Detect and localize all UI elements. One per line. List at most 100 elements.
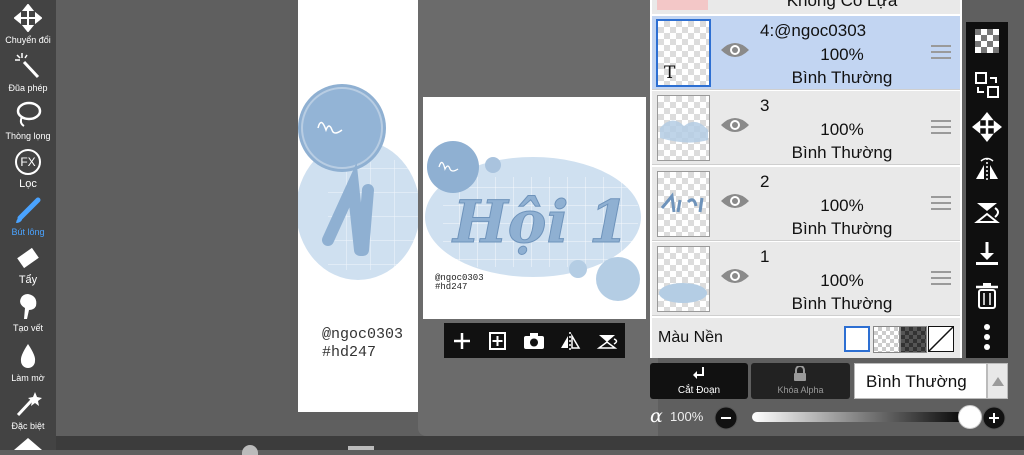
clipping-label: Cắt Đoạn bbox=[677, 385, 721, 396]
lasso-icon bbox=[16, 101, 42, 127]
layer-opacity: 100% bbox=[820, 45, 864, 64]
layer-thumbnail bbox=[657, 171, 710, 237]
layer-row-4[interactable]: T 4:@ngoc0303 100% Bình Thường bbox=[652, 16, 960, 90]
selection-hint-row: Không Có Lựa Chọn bbox=[652, 0, 960, 14]
tool-label: Tẩy bbox=[18, 274, 38, 286]
rotate-layer-icon[interactable] bbox=[972, 197, 1002, 227]
magic-wand-icon bbox=[15, 53, 40, 79]
selection-hint-text: Không Có Lựa Chọn bbox=[786, 0, 898, 14]
lock-icon bbox=[794, 366, 806, 381]
canvas-artwork: @ngoc0303 #hd247 bbox=[298, 84, 420, 361]
special-wand-icon bbox=[16, 392, 42, 417]
clipping-button[interactable]: Cắt Đoạn bbox=[650, 363, 748, 399]
transform-icon[interactable] bbox=[592, 326, 622, 356]
background-color-row: Màu Nền bbox=[652, 318, 960, 358]
bottom-bar-indicator[interactable] bbox=[348, 446, 374, 450]
bottom-bar bbox=[56, 436, 1024, 455]
checkerboard-icon[interactable] bbox=[972, 26, 1002, 56]
canvas-watermark-line1: @ngoc0303 bbox=[322, 326, 403, 343]
bg-transparent-swatch[interactable] bbox=[873, 326, 900, 353]
move-icon bbox=[14, 4, 42, 32]
layer-thumbnail bbox=[657, 246, 710, 312]
layer-opacity: 100% bbox=[820, 196, 864, 215]
tool-filter[interactable]: FX Lọc bbox=[0, 146, 56, 194]
left-toolbar: Chuyển đổi Đũa phép Thòng lọng FX Lọc Bú… bbox=[0, 0, 56, 450]
tool-eraser[interactable]: Tẩy bbox=[0, 242, 56, 290]
layer-thumbnail: T bbox=[656, 19, 711, 87]
more-tools-icon[interactable] bbox=[14, 438, 42, 450]
visibility-eye-icon[interactable] bbox=[720, 40, 750, 60]
selection-thumb bbox=[657, 0, 708, 10]
layer-name: 4:@ngoc0303 bbox=[760, 21, 867, 40]
background-label: Màu Nền bbox=[658, 329, 723, 346]
tool-transform[interactable]: Chuyển đổi bbox=[0, 2, 56, 50]
canvas-watermark-line2: #hd247 bbox=[322, 344, 376, 361]
tool-label: Bút lông bbox=[11, 227, 45, 237]
preview-watermark-line2: #hd247 bbox=[435, 282, 467, 292]
alpha-symbol: α bbox=[650, 405, 663, 427]
move-layer-icon[interactable] bbox=[972, 112, 1002, 142]
smudge-icon bbox=[20, 294, 37, 319]
layer-opacity: 100% bbox=[820, 120, 864, 139]
tool-blur[interactable]: Làm mờ bbox=[0, 340, 56, 388]
layer-preview-image: Hội 1 @ngoc0303 #hd247 bbox=[423, 97, 646, 319]
layer-name: 2 bbox=[760, 172, 770, 191]
layer-row-3[interactable]: 3 100% Bình Thường bbox=[652, 91, 960, 165]
opacity-slider-thumb[interactable] bbox=[958, 405, 982, 429]
opacity-slider-track[interactable] bbox=[752, 412, 970, 422]
visibility-eye-icon[interactable] bbox=[720, 191, 750, 211]
tool-label: Tạo vết bbox=[12, 323, 43, 333]
alpha-lock-button[interactable]: Khóa Alpha bbox=[751, 363, 850, 399]
flip-layer-icon[interactable] bbox=[972, 155, 1002, 185]
layer-blend-mode: Bình Thường bbox=[791, 68, 893, 87]
drag-handle-icon[interactable] bbox=[931, 120, 951, 134]
opacity-value: 100% bbox=[670, 409, 704, 424]
layer-blend-mode: Bình Thường bbox=[791, 143, 893, 162]
tool-label: Làm mờ bbox=[11, 373, 45, 383]
opacity-minus-button[interactable] bbox=[714, 406, 738, 430]
bg-dark-swatch[interactable] bbox=[900, 326, 927, 353]
bg-none-swatch[interactable] bbox=[928, 326, 954, 352]
visibility-eye-icon[interactable] bbox=[720, 266, 750, 286]
trash-icon[interactable] bbox=[972, 281, 1002, 311]
layer-opacity: 100% bbox=[820, 271, 864, 290]
layer-blend-mode: Bình Thường bbox=[791, 219, 893, 238]
layer-row-2[interactable]: 2 100% Bình Thường bbox=[652, 167, 960, 241]
more-options-icon[interactable] bbox=[972, 322, 1002, 352]
opacity-plus-button[interactable] bbox=[982, 406, 1006, 430]
flip-icon[interactable] bbox=[555, 326, 585, 356]
layer-row-1[interactable]: 1 100% Bình Thường bbox=[652, 242, 960, 316]
tool-smudge[interactable]: Tạo vết bbox=[0, 290, 56, 338]
tool-magic-wand[interactable]: Đũa phép bbox=[0, 50, 56, 98]
bg-white-swatch[interactable] bbox=[844, 326, 870, 352]
layer-swap-icon[interactable] bbox=[972, 70, 1002, 100]
drag-handle-icon[interactable] bbox=[931, 196, 951, 210]
clip-arrow-icon bbox=[693, 367, 704, 379]
eraser-icon bbox=[17, 247, 39, 269]
drag-handle-icon[interactable] bbox=[931, 271, 951, 285]
bottom-bar-icon[interactable] bbox=[242, 445, 258, 455]
add-copy-icon[interactable] bbox=[482, 326, 512, 356]
tool-special[interactable]: Đặc biệt bbox=[0, 388, 56, 436]
drag-handle-icon[interactable] bbox=[931, 45, 951, 59]
blend-mode-select[interactable]: Bình Thường bbox=[854, 363, 987, 399]
fx-filter-icon: FX bbox=[15, 149, 41, 175]
tool-label: Đặc biệt bbox=[11, 421, 45, 431]
fx-icon-text: FX bbox=[20, 155, 36, 169]
visibility-eye-icon[interactable] bbox=[720, 115, 750, 135]
preview-artwork-text: Hội 1 bbox=[451, 188, 629, 256]
tool-label: Thòng lọng bbox=[5, 131, 51, 141]
brush-icon bbox=[16, 197, 41, 223]
tool-label: Lọc bbox=[19, 178, 37, 190]
merge-down-icon[interactable] bbox=[972, 239, 1002, 269]
camera-icon[interactable] bbox=[519, 326, 549, 356]
chevron-up-icon bbox=[992, 377, 1004, 386]
blend-mode-dropdown[interactable] bbox=[987, 363, 1008, 399]
text-layer-mark: T bbox=[664, 63, 676, 83]
tool-lasso[interactable]: Thòng lọng bbox=[0, 98, 56, 146]
add-layer-icon[interactable] bbox=[447, 326, 477, 356]
alpha-lock-label: Khóa Alpha bbox=[777, 385, 824, 395]
tool-brush[interactable]: Bút lông bbox=[0, 194, 56, 242]
layer-thumbnail bbox=[657, 95, 710, 161]
right-toolbar bbox=[966, 22, 1008, 358]
